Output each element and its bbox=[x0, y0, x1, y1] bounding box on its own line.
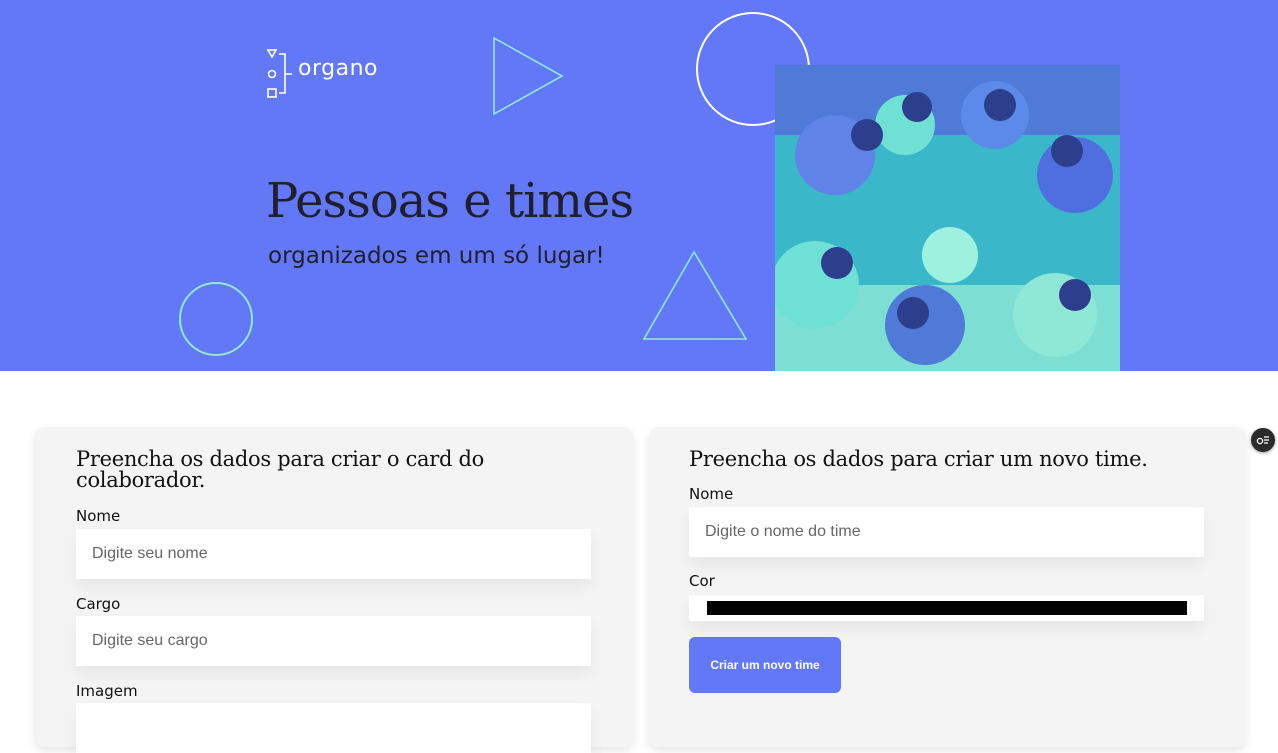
time-nome-label: Nome bbox=[689, 485, 734, 503]
organo-logo-icon bbox=[266, 49, 292, 98]
team-photo bbox=[775, 65, 1120, 371]
hero-banner: organo Pessoas e times organizados em um… bbox=[0, 0, 1278, 371]
cargo-field bbox=[76, 616, 591, 666]
triangle-right-shape bbox=[493, 36, 564, 116]
organo-logo: organo bbox=[266, 48, 406, 100]
cor-label: Cor bbox=[689, 572, 715, 590]
criar-time-button[interactable]: Criar um novo time bbox=[689, 637, 841, 693]
imagem-input[interactable] bbox=[76, 703, 591, 753]
page-title: Pessoas e times bbox=[266, 173, 634, 229]
circle-bottom-shape bbox=[179, 282, 253, 356]
time-form: Preencha os dados para criar um novo tim… bbox=[649, 427, 1246, 747]
cargo-input[interactable] bbox=[76, 616, 591, 666]
nome-label: Nome bbox=[76, 507, 121, 525]
time-nome-field bbox=[689, 507, 1204, 557]
cor-swatch[interactable] bbox=[707, 601, 1187, 615]
time-nome-input[interactable] bbox=[689, 507, 1204, 557]
time-form-title: Preencha os dados para criar um novo tim… bbox=[689, 447, 1148, 471]
cor-input[interactable] bbox=[689, 595, 1204, 621]
logo-text: organo bbox=[298, 56, 378, 81]
browser-extension-icon[interactable] bbox=[1251, 428, 1275, 452]
colaborador-form: Preencha os dados para criar o card do c… bbox=[35, 427, 633, 753]
nome-field bbox=[76, 529, 591, 579]
colaborador-form-title: Preencha os dados para criar o card do c… bbox=[76, 447, 485, 492]
cargo-label: Cargo bbox=[76, 595, 121, 613]
triangle-up-shape bbox=[642, 250, 748, 340]
imagem-field bbox=[76, 703, 591, 753]
page-subtitle: organizados em um só lugar! bbox=[268, 243, 605, 269]
nome-input[interactable] bbox=[76, 529, 591, 579]
imagem-label: Imagem bbox=[76, 682, 138, 700]
